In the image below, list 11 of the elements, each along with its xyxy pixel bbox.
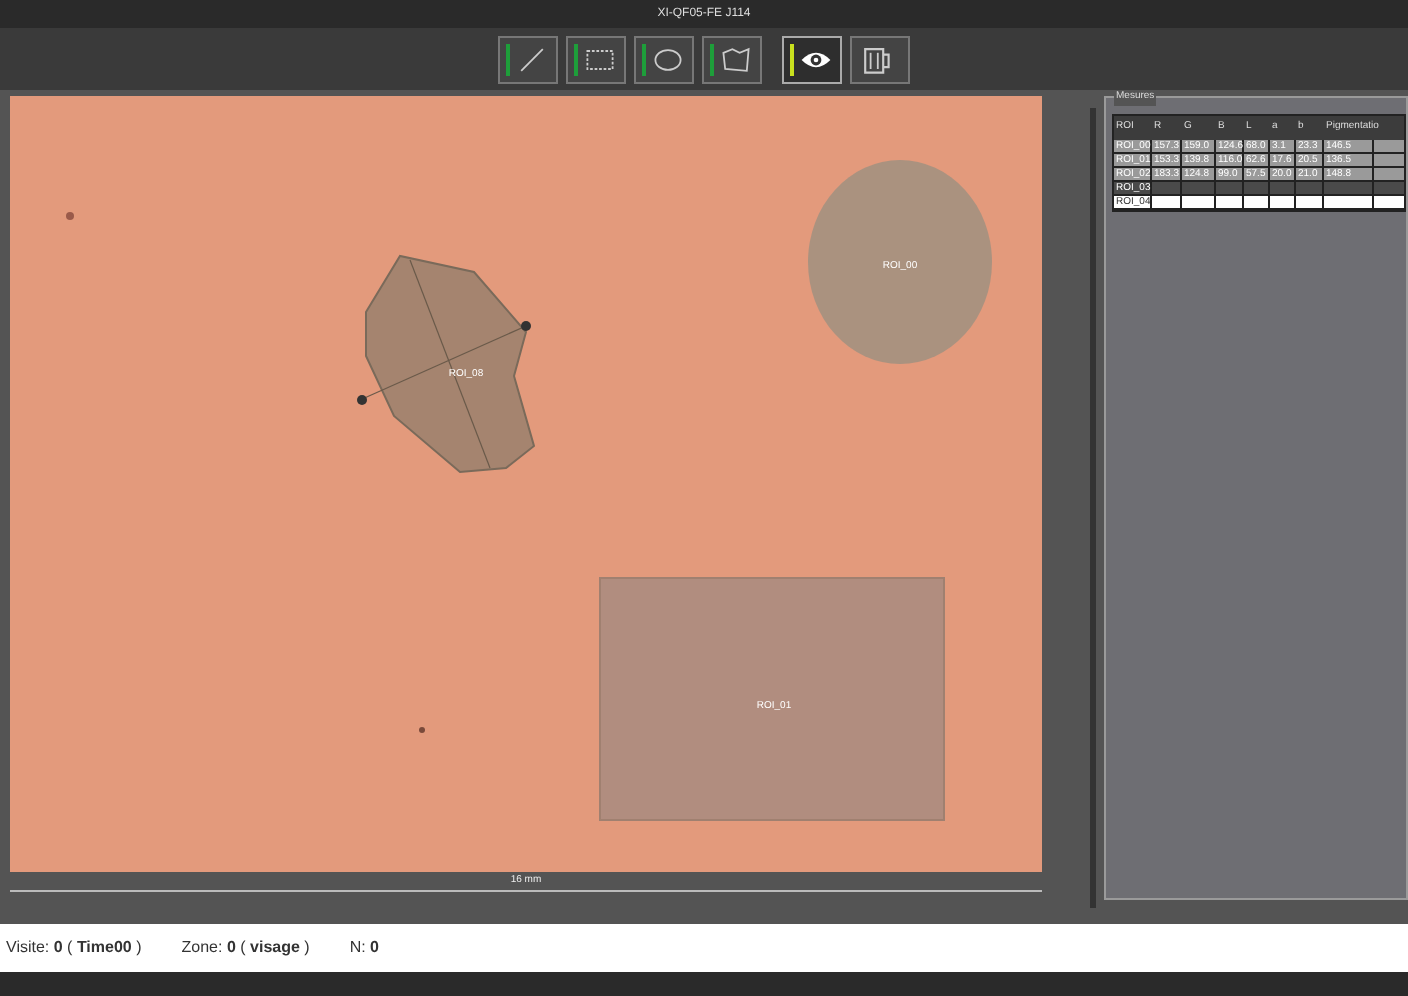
tool-button[interactable] <box>702 35 762 83</box>
status-text: Visite: 0 ( Time00 ) <box>6 936 142 960</box>
tool-button[interactable] <box>566 35 626 83</box>
tool-button[interactable] <box>782 35 842 83</box>
status-text: Zone: 0 ( visage ) <box>181 936 310 960</box>
tool-button[interactable] <box>634 35 694 83</box>
skin-spot <box>419 727 425 733</box>
tool-button[interactable] <box>850 35 910 83</box>
skin-spot <box>66 212 74 220</box>
status-text: N: 0 <box>349 936 379 960</box>
splitter-handle[interactable] <box>1089 107 1095 907</box>
